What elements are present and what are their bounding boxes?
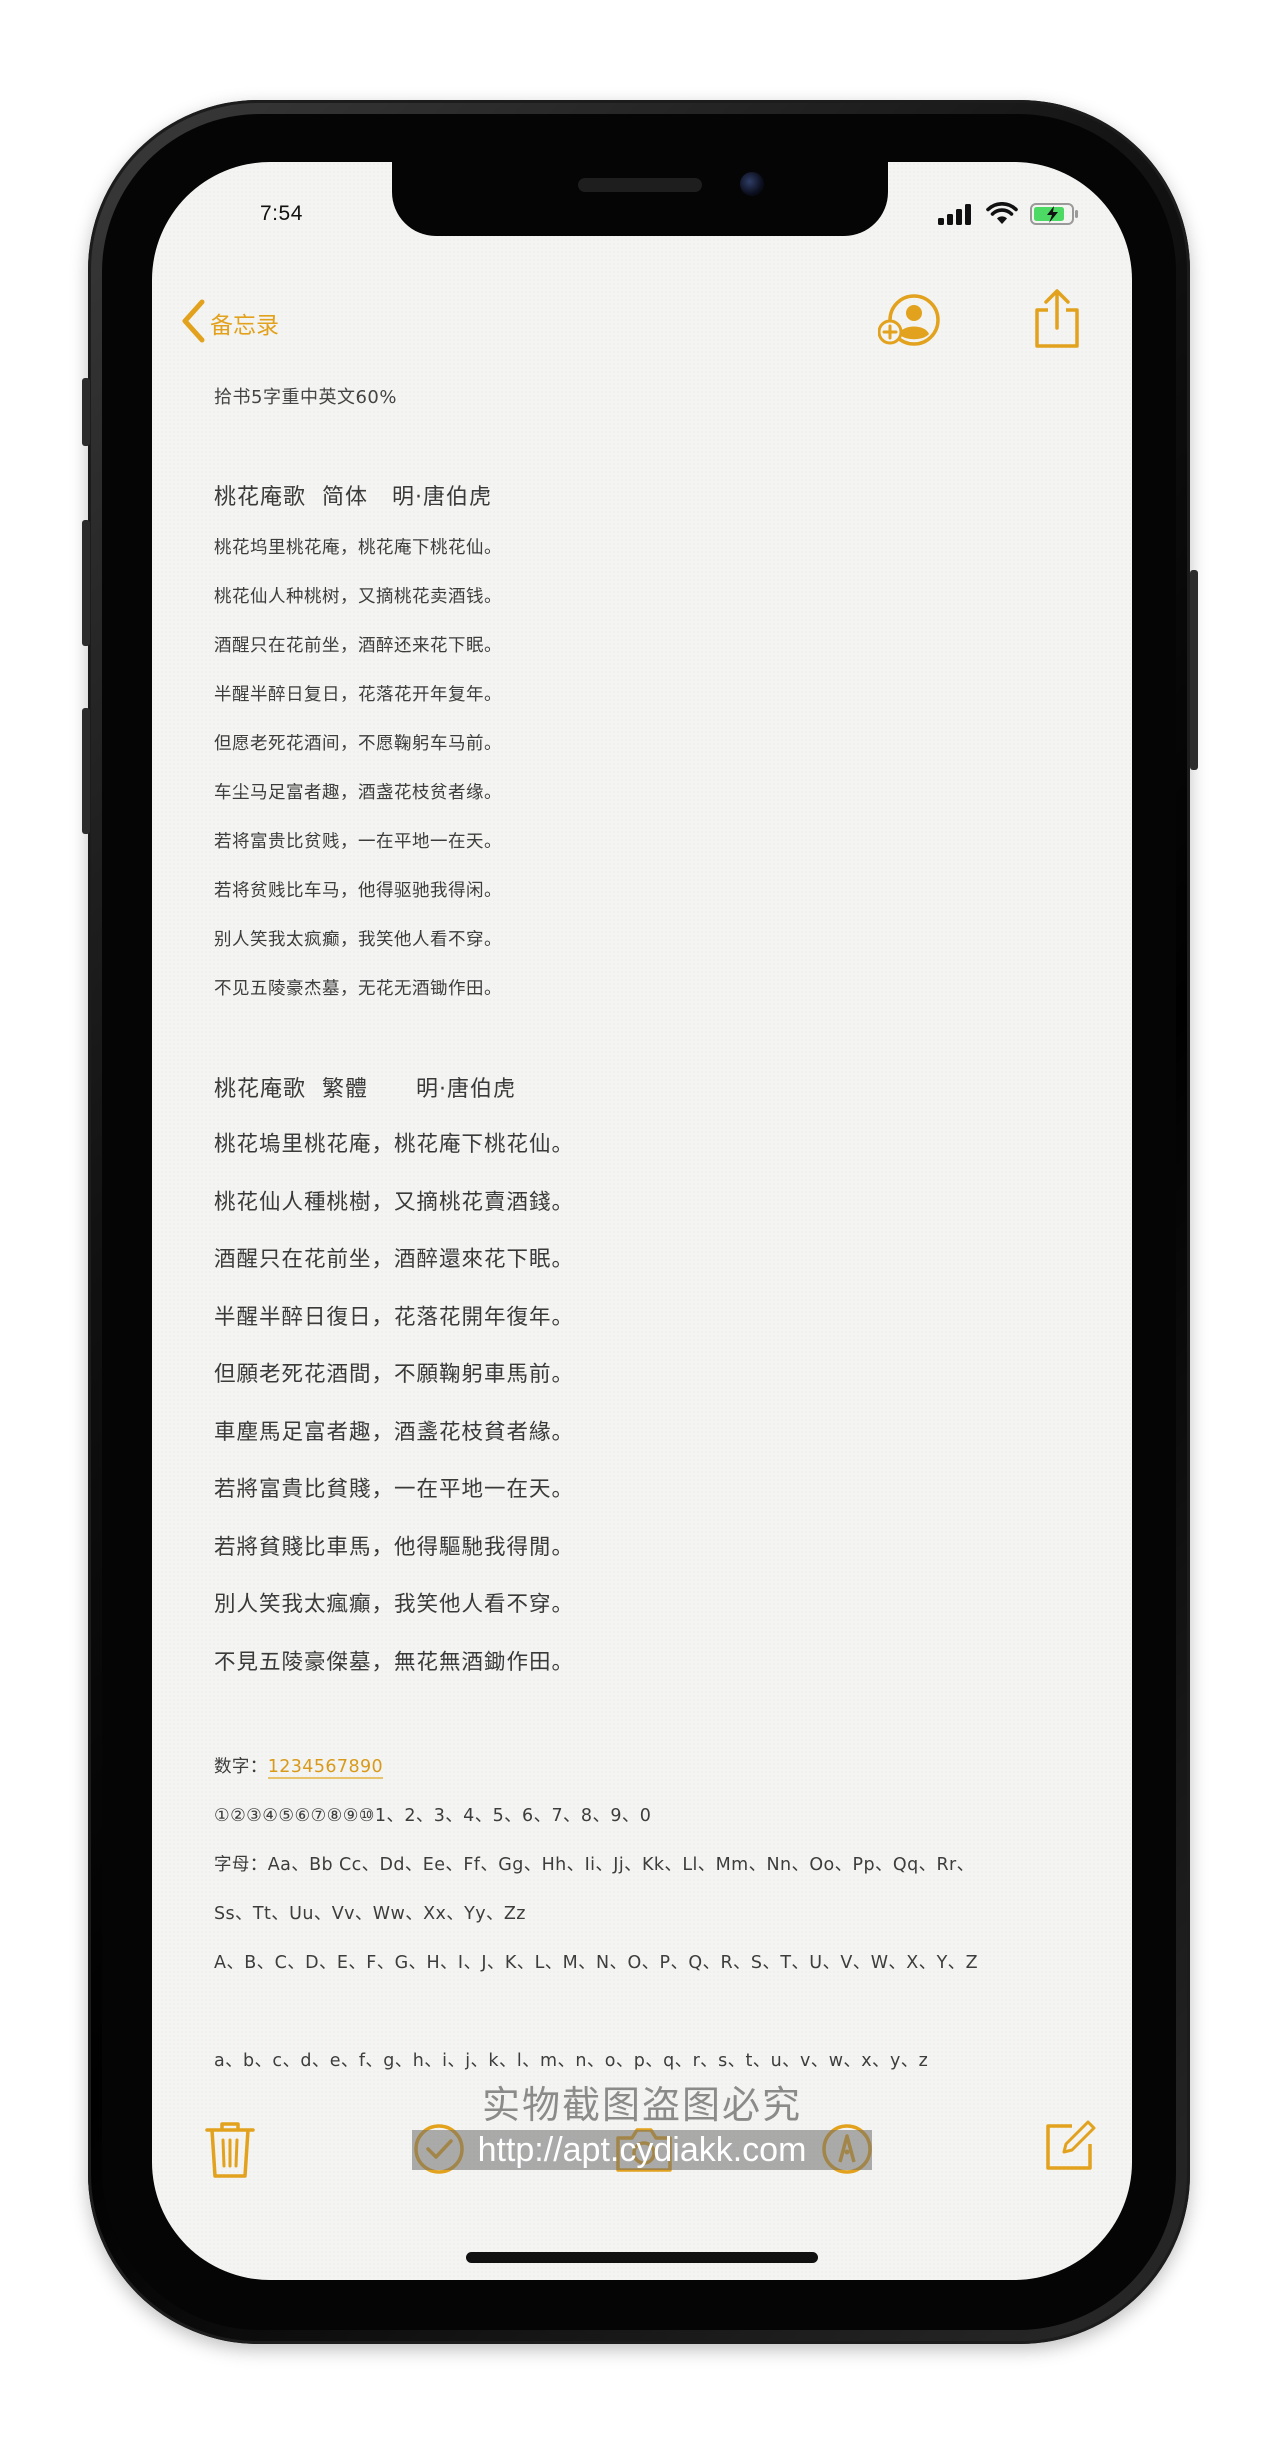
add-people-button[interactable]: [877, 292, 944, 352]
volume-up-button: [82, 520, 90, 646]
earpiece-speaker: [578, 178, 702, 192]
poem-line: 半醒半醉日復日，花落花開年復年。: [214, 1304, 575, 1330]
poem-line: 若將貧賤比車馬，他得驅馳我得閒。: [214, 1534, 575, 1560]
phone-screen: 7:54 备忘录 拾书5字重中英文60% 桃花庵歌 简体 明·唐伯虎 桃花坞里桃…: [152, 162, 1132, 2280]
home-indicator[interactable]: [466, 2252, 818, 2263]
battery-charging-icon: [1030, 202, 1080, 230]
uppercase-line: A、B、C、D、E、F、G、H、I、J、K、L、M、N、O、P、Q、R、S、T、…: [214, 1953, 978, 1973]
watermark-text: 实物截图盗图必究: [481, 2083, 802, 2127]
wifi-icon: [986, 202, 1018, 230]
digits-label: 数字：: [214, 1757, 268, 1777]
poem-line: 桃花塢里桃花庵，桃花庵下桃花仙。: [214, 1132, 575, 1157]
poem-line: 不见五陵豪杰墓，无花无酒锄作田。: [214, 979, 502, 999]
back-label: 备忘录: [210, 313, 279, 339]
poem-line: 不見五陵豪傑墓，無花無酒鋤作田。: [214, 1649, 575, 1675]
poem-line: 若将富贵比贫贱，一在平地一在天。: [214, 832, 502, 852]
status-indicators: [938, 202, 1080, 230]
poem-line: 车尘马足富者趣，酒盏花枝贫者缘。: [214, 783, 502, 803]
circled-digits-line: ①②③④⑤⑥⑦⑧⑨⑩1、2、3、4、5、6、7、8、9、0: [214, 1806, 652, 1826]
watermark-url: http://apt.cydiakk.com: [412, 2130, 872, 2170]
poem-line: 別人笑我太瘋癲，我笑他人看不穿。: [214, 1592, 575, 1617]
front-camera: [740, 172, 764, 196]
share-button[interactable]: [1032, 288, 1082, 354]
compose-button[interactable]: [1042, 2118, 1098, 2178]
digits-line: 数字：1234567890: [214, 1743, 1114, 1792]
poem-line: 酒醒只在花前坐，酒醉還來花下眠。: [214, 1247, 575, 1272]
poem-line: 桃花仙人种桃树，又摘桃花卖酒钱。: [214, 587, 502, 607]
mute-switch: [82, 378, 90, 446]
poem-line: 但願老死花酒間，不願鞠躬車馬前。: [214, 1362, 575, 1387]
note-subtitle: 拾书5字重中英文60%: [214, 387, 397, 408]
delete-button[interactable]: [204, 2120, 256, 2184]
chevron-left-icon: [180, 298, 206, 348]
poem-line: 半醒半醉日复日，花落花开年复年。: [214, 685, 502, 705]
compose-icon: [1042, 2120, 1098, 2178]
trash-icon: [204, 2122, 256, 2184]
power-button: [1190, 570, 1198, 770]
poem-heading-simplified: 桃花庵歌 简体 明·唐伯虎: [214, 485, 492, 510]
person-add-icon: [877, 294, 944, 352]
poem-line: 桃花坞里桃花庵，桃花庵下桃花仙。: [214, 538, 502, 558]
note-body[interactable]: 拾书5字重中英文60% 桃花庵歌 简体 明·唐伯虎 桃花坞里桃花庵，桃花庵下桃花…: [214, 378, 1114, 2086]
poem-traditional: 桃花塢里桃花庵，桃花庵下桃花仙。 桃花仙人種桃樹，又摘桃花賣酒錢。 酒醒只在花前…: [214, 1116, 1114, 1691]
nav-bar: 备忘录: [152, 286, 1132, 366]
share-icon: [1032, 289, 1082, 354]
poem-heading-traditional: 桃花庵歌 繁體 明·唐伯虎: [214, 1077, 516, 1102]
notch: [392, 162, 888, 236]
digits-link[interactable]: 1234567890: [267, 1757, 384, 1779]
poem-line: 車塵馬足富者趣，酒盞花枝貧者緣。: [214, 1419, 575, 1445]
letters-line-2: Ss、Tt、Uu、Vv、Ww、Xx、Yy、Zz: [214, 1904, 526, 1924]
back-button[interactable]: 备忘录: [180, 298, 279, 348]
status-time: 7:54: [260, 202, 303, 225]
poem-line: 桃花仙人種桃樹，又摘桃花賣酒錢。: [214, 1189, 575, 1215]
poem-line: 酒醒只在花前坐，酒醉还来花下眠。: [214, 636, 502, 656]
poem-line: 若將富貴比貧賤，一在平地一在天。: [214, 1477, 575, 1502]
poem-simplified: 桃花坞里桃花庵，桃花庵下桃花仙。 桃花仙人种桃树，又摘桃花卖酒钱。 酒醒只在花前…: [214, 524, 1114, 1014]
letters-line-1: 字母：Aa、Bb Cc、Dd、Ee、Ff、Gg、Hh、Ii、Jj、Kk、Ll、M…: [214, 1855, 975, 1875]
poem-line: 若将贫贱比车马，他得驱驰我得闲。: [214, 881, 502, 901]
poem-line: 别人笑我太疯癫，我笑他人看不穿。: [214, 930, 502, 950]
signal-icon: [938, 203, 974, 229]
poem-line: 但愿老死花酒间，不愿鞠躬车马前。: [214, 734, 502, 754]
volume-down-button: [82, 708, 90, 834]
